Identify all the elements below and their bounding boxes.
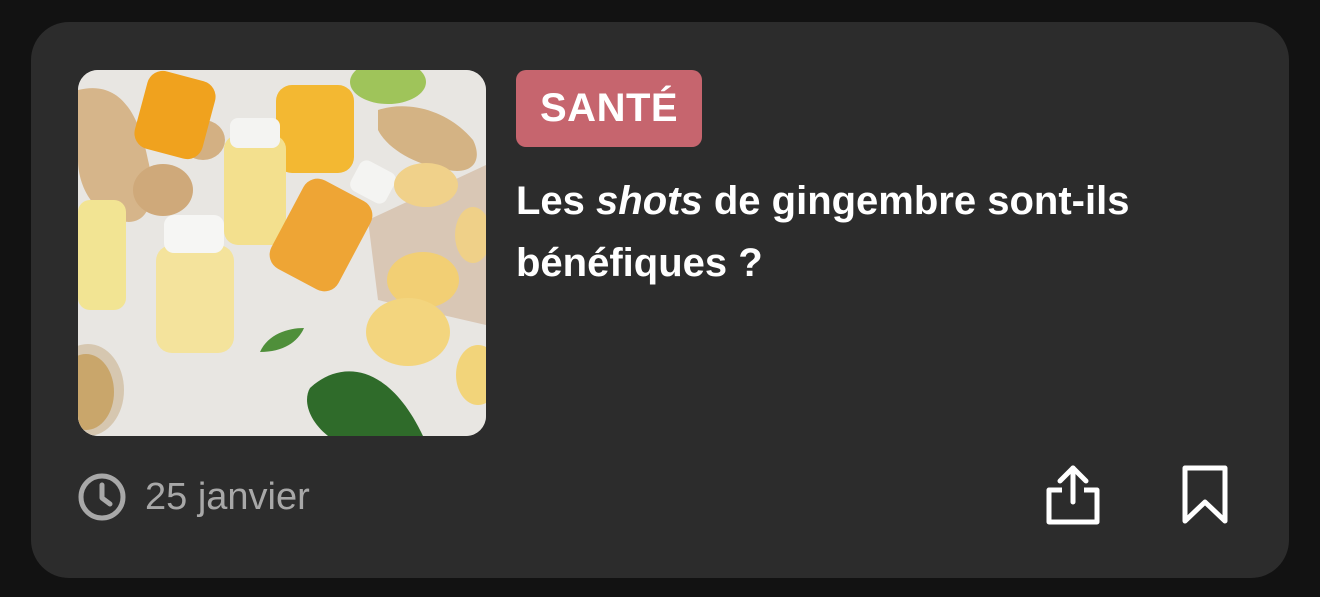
bookmark-icon (1182, 465, 1228, 524)
article-card[interactable]: SANTÉ Les shots de gingembre sont-ils bé… (31, 22, 1289, 578)
publish-date: 25 janvier (145, 475, 310, 518)
ginger-shots-image (78, 70, 486, 436)
clock-icon (78, 473, 126, 521)
title-text-start: Les (516, 179, 597, 223)
category-badge[interactable]: SANTÉ (516, 70, 703, 147)
share-button[interactable] (1041, 462, 1105, 528)
article-meta: 25 janvier (77, 472, 310, 522)
share-icon (1046, 465, 1100, 525)
bookmark-button[interactable] (1173, 462, 1237, 528)
article-thumbnail[interactable] (78, 70, 486, 436)
title-text-italic: shots (596, 179, 703, 223)
article-title[interactable]: Les shots de gingembre sont-ils bénéfiqu… (516, 170, 1236, 294)
